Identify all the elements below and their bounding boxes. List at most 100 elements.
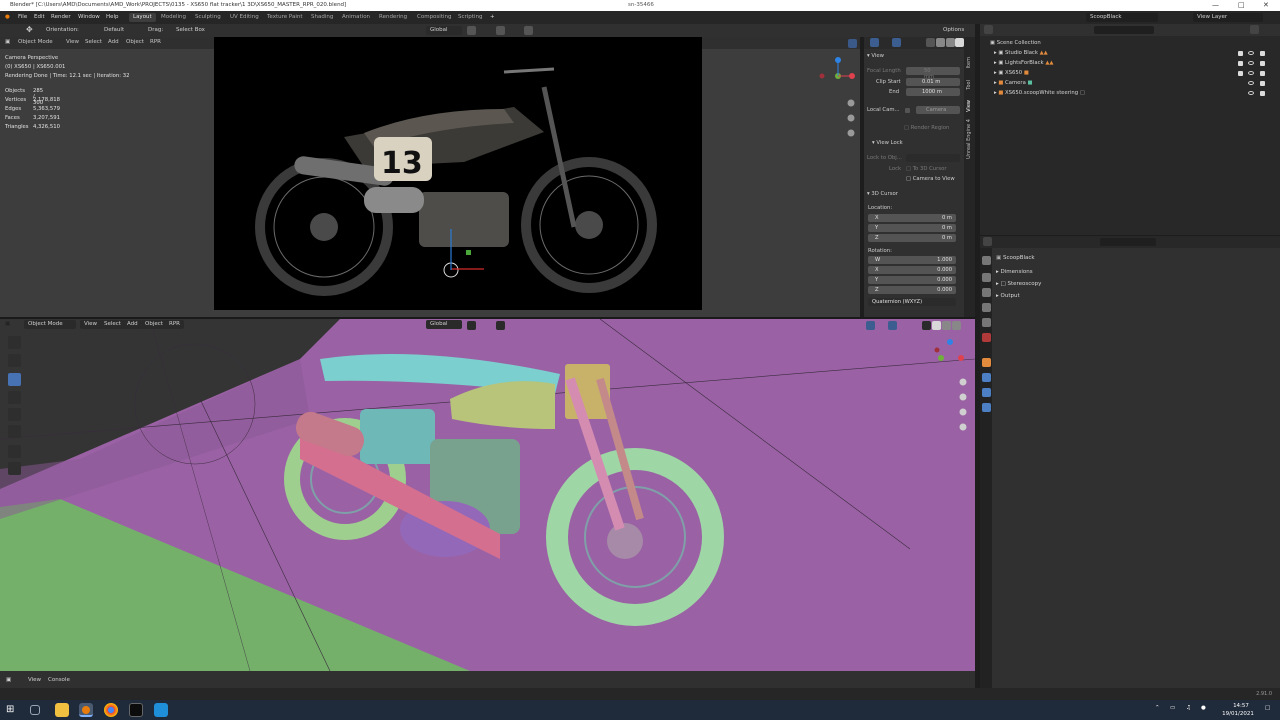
render-tab-icon[interactable]	[982, 273, 991, 282]
move-tool[interactable]	[8, 373, 21, 386]
workspace-tab-scripting[interactable]: Scripting	[454, 13, 486, 22]
transform-orientation-dropdown[interactable]: Global	[426, 26, 462, 35]
tray-chevron-icon[interactable]: ⌃	[1155, 705, 1160, 711]
transform-tool[interactable]	[8, 425, 21, 438]
lower-menu-rpr[interactable]: RPR	[165, 320, 184, 329]
render-toggle-icon[interactable]	[1260, 91, 1265, 96]
clip-start-field[interactable]: 0.01 m	[906, 78, 960, 86]
exclude-checkbox[interactable]	[1238, 71, 1243, 76]
camera-render-frame[interactable]: 13	[214, 37, 702, 310]
cursor-loc-y-field[interactable]: Y 0 m	[868, 224, 956, 232]
modifier-tab-icon[interactable]	[982, 373, 991, 382]
physics-tab-icon[interactable]	[982, 403, 991, 412]
view-layer-selector[interactable]: View Layer	[1193, 13, 1263, 22]
render-toggle-icon[interactable]	[1260, 61, 1265, 66]
lower-shading-material-icon[interactable]	[942, 321, 951, 330]
tab-view[interactable]: View	[966, 100, 972, 112]
menu-edit[interactable]: Edit	[34, 14, 45, 20]
snap-icon[interactable]	[496, 26, 505, 35]
camera-view-icon[interactable]	[847, 129, 855, 137]
cursor-tool[interactable]	[8, 354, 21, 367]
close-icon[interactable]: ✕	[1263, 1, 1269, 9]
blender-taskbar-icon[interactable]	[79, 703, 93, 717]
shading-solid-icon[interactable]	[936, 38, 945, 47]
outliner-row-lights[interactable]: ▸ ▣ LightsForBlack ▲▲	[994, 60, 1053, 66]
upper-mode-dropdown[interactable]: Object Mode	[18, 39, 53, 45]
exclude-checkbox[interactable]	[1238, 61, 1243, 66]
stereoscopy-panel[interactable]: ▸ □ Stereoscopy	[996, 281, 1041, 287]
lower-camera-view-icon[interactable]	[959, 408, 967, 416]
lower-xray-icon[interactable]	[888, 321, 897, 330]
app-icon[interactable]	[154, 703, 168, 717]
workspace-tab-compositing[interactable]: Compositing	[413, 13, 455, 22]
focal-length-field[interactable]: 50 mm	[906, 67, 960, 80]
view-panel-header[interactable]: ▾ View	[867, 53, 884, 59]
tray-volume-icon[interactable]: ♫	[1186, 705, 1191, 711]
drag-dropdown[interactable]: Select Box	[176, 27, 205, 33]
rotation-mode-dropdown[interactable]: Quaternion (WXYZ)	[868, 298, 956, 306]
blender-logo-icon[interactable]: ●	[5, 14, 10, 20]
scene-collection-row[interactable]: ▣ Scene Collection	[990, 40, 1041, 46]
cursor-rot-w-field[interactable]: W 1.000	[868, 256, 956, 264]
scene-selector[interactable]: ScoopBlack	[1086, 13, 1158, 22]
world-tab-icon[interactable]	[982, 333, 991, 342]
render-toggle-icon[interactable]	[1260, 71, 1265, 76]
outliner-row-studio-black[interactable]: ▸ ▣ Studio Black ▲▲	[994, 50, 1048, 56]
tray-language-icon[interactable]: ●	[1201, 705, 1206, 711]
lower-menu-view[interactable]: View	[80, 320, 102, 329]
cursor-rot-x-field[interactable]: X 0.000	[868, 266, 956, 274]
console-editor-icon[interactable]: ▣	[6, 677, 11, 683]
scale-tool[interactable]	[8, 408, 21, 421]
lower-overlay-icon[interactable]	[866, 321, 875, 330]
lower-menu-add[interactable]: Add	[123, 320, 142, 329]
lower-3d-viewport[interactable]	[0, 319, 975, 671]
visibility-eye-icon[interactable]	[1248, 71, 1254, 75]
cursor-loc-x-field[interactable]: X 0 m	[868, 214, 956, 222]
output-tab-icon[interactable]	[982, 288, 991, 297]
menu-window[interactable]: Window	[78, 14, 100, 20]
workspace-tab-texture-paint[interactable]: Texture Paint	[263, 13, 307, 22]
workspace-tab-rendering[interactable]: Rendering	[375, 13, 411, 22]
annotate-tool[interactable]	[8, 445, 21, 458]
lower-menu-select[interactable]: Select	[100, 320, 125, 329]
view-lock-header[interactable]: ▾ View Lock	[872, 140, 903, 146]
visibility-eye-icon[interactable]	[1248, 91, 1254, 95]
console-menu-console[interactable]: Console	[48, 677, 70, 683]
cursor-loc-z-field[interactable]: Z 0 m	[868, 234, 956, 242]
object-tab-icon[interactable]	[982, 358, 991, 367]
menu-help[interactable]: Help	[106, 14, 119, 20]
clock-date[interactable]: 19/01/2021	[1218, 711, 1258, 717]
properties-search-field[interactable]	[1100, 238, 1156, 246]
lower-shading-rendered-icon[interactable]	[952, 321, 961, 330]
lower-mode-dropdown[interactable]: Object Mode	[24, 320, 76, 329]
clip-end-field[interactable]: 1000 m	[906, 88, 960, 96]
workspace-tab-sculpting[interactable]: Sculpting	[191, 13, 225, 22]
outliner-editor-icon[interactable]	[984, 25, 993, 34]
shading-material-icon[interactable]	[946, 38, 955, 47]
minimize-icon[interactable]: —	[1212, 1, 1219, 9]
task-view-icon[interactable]	[30, 705, 40, 715]
upper-navigation-gizmo[interactable]	[818, 52, 862, 144]
options-dropdown[interactable]: Options	[943, 27, 964, 33]
lower-snap-icon[interactable]	[496, 321, 505, 330]
pivot-icon[interactable]	[467, 26, 476, 35]
maximize-icon[interactable]: □	[1238, 1, 1245, 9]
notifications-icon[interactable]: □	[1265, 705, 1270, 711]
shading-rendered-icon[interactable]	[955, 38, 964, 47]
cursor-rot-z-field[interactable]: Z 0.000	[868, 286, 956, 294]
tool-tab-icon[interactable]	[982, 256, 991, 265]
lower-shading-wire-icon[interactable]	[922, 321, 931, 330]
editor-type-icon[interactable]: ▣	[5, 39, 10, 45]
outliner-row-scoop-steering[interactable]: ▸ ■ XS650.scoopWhite steering □	[994, 90, 1085, 96]
3d-cursor-header[interactable]: ▾ 3D Cursor	[867, 191, 898, 197]
upper-menu-object[interactable]: Object	[126, 39, 144, 45]
menu-render[interactable]: Render	[51, 14, 71, 20]
local-camera-field[interactable]: Camera	[916, 106, 960, 114]
upper-menu-view[interactable]: View	[66, 39, 79, 45]
cursor-rot-y-field[interactable]: Y 0.000	[868, 276, 956, 284]
pan-hand-icon[interactable]	[847, 114, 855, 122]
upper-menu-add[interactable]: Add	[108, 39, 119, 45]
render-toggle-icon[interactable]	[1260, 81, 1265, 86]
filter-icon[interactable]	[1250, 25, 1259, 34]
to-3d-cursor-checkbox[interactable]: □ To 3D Cursor	[906, 166, 947, 172]
